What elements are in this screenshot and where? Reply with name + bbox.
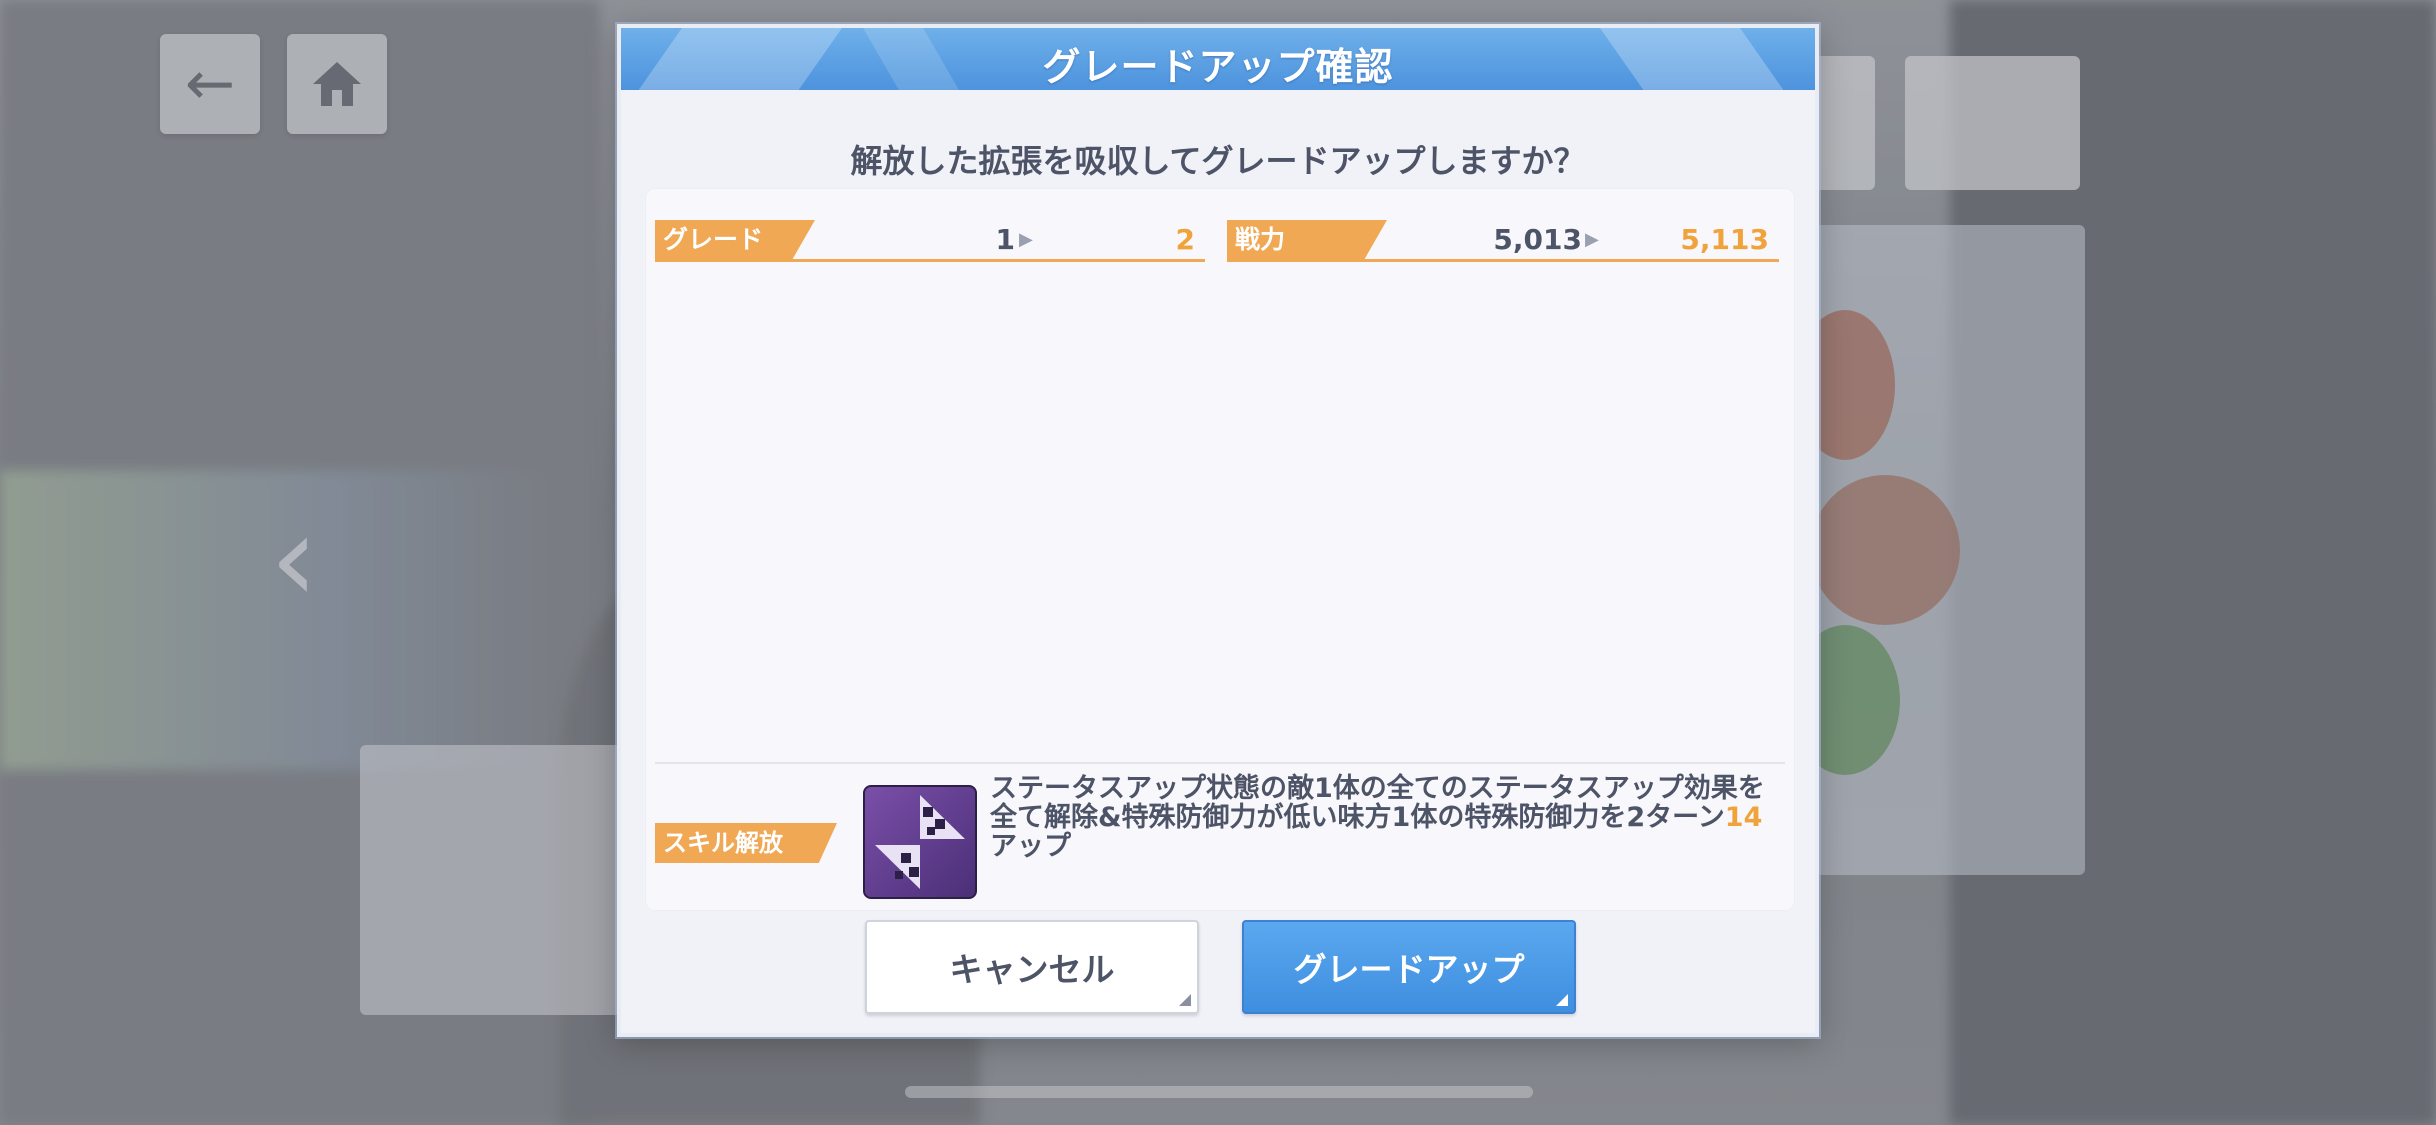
corner-triangle-icon [1179,994,1191,1006]
skill-unlock-label: スキル解放 [655,823,837,863]
dialog-header: グレードアップ確認 [621,28,1815,90]
skill-desc-value: 14 [1724,802,1763,833]
skill-desc-text: ステータスアップ状態の敵1体の全てのステータスアップ効果を全て解除&特殊防御力が… [990,773,1765,833]
dialog-title: グレードアップ確認 [1042,45,1394,89]
content-panel: グレード 1 ▶ 2 戦力 5,013 ▶ 5,113 スキル解放 ステータスア… [645,188,1795,911]
skill-purple-icon [863,785,977,899]
skill-glyph-icon [875,795,965,889]
power-to: 5,113 [1680,223,1769,256]
cancel-button[interactable]: キャンセル [865,920,1199,1014]
skill-desc-suffix: アップ [990,831,1071,862]
power-underline [1227,259,1779,262]
power-row: 戦力 5,013 ▶ 5,113 [1227,220,1779,262]
grade-row: グレード 1 ▶ 2 [655,220,1205,262]
grade-up-button[interactable]: グレードアップ [1242,920,1576,1014]
arrow-right-icon: ▶ [1019,229,1033,250]
cancel-button-label: キャンセル [949,950,1115,989]
grade-up-button-label: グレードアップ [1293,950,1525,989]
divider [655,762,1785,764]
confirm-question: 解放した拡張を吸収してグレードアップしますか？ [850,142,1586,180]
grade-label: グレード [655,220,815,259]
arrow-right-icon: ▶ [1585,229,1599,250]
grade-up-dialog: グレードアップ確認 解放した拡張を吸収してグレードアップしますか？ グレード 1… [617,24,1819,1037]
corner-triangle-icon [1556,994,1568,1006]
grade-from: 1 [995,223,1015,256]
skill-description: ステータスアップ状態の敵1体の全てのステータスアップ効果を全て解除&特殊防御力が… [990,774,1780,861]
grade-to: 2 [1175,223,1195,256]
grade-underline [655,259,1205,262]
power-from: 5,013 [1493,223,1582,256]
power-label: 戦力 [1227,220,1387,259]
